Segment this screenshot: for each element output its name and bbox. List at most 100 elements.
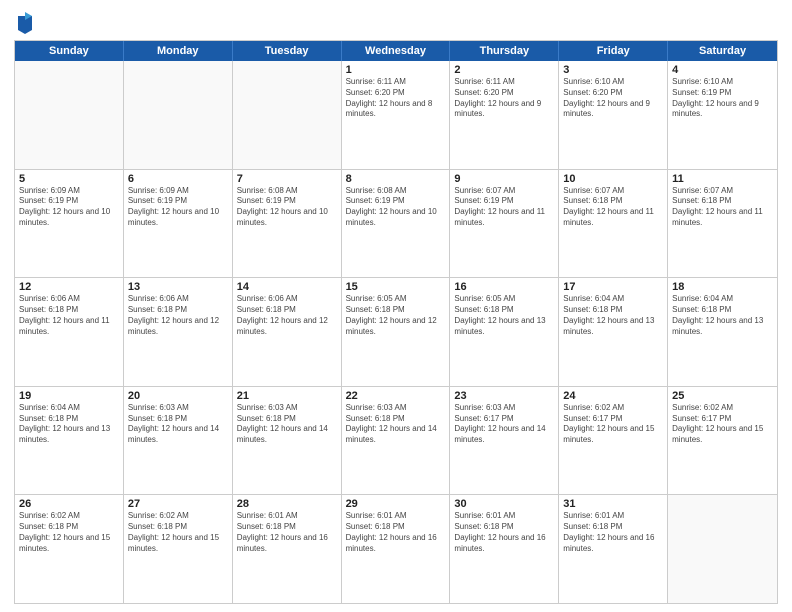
calendar-cell: 19Sunrise: 6:04 AM Sunset: 6:18 PM Dayli… <box>15 387 124 495</box>
calendar-cell: 22Sunrise: 6:03 AM Sunset: 6:18 PM Dayli… <box>342 387 451 495</box>
cell-info: Sunrise: 6:06 AM Sunset: 6:18 PM Dayligh… <box>128 294 228 337</box>
day-number: 15 <box>346 281 446 293</box>
header-cell-tuesday: Tuesday <box>233 41 342 61</box>
day-number: 6 <box>128 173 228 185</box>
cell-info: Sunrise: 6:02 AM Sunset: 6:18 PM Dayligh… <box>19 511 119 554</box>
calendar-cell: 21Sunrise: 6:03 AM Sunset: 6:18 PM Dayli… <box>233 387 342 495</box>
logo-icon <box>16 12 34 34</box>
cell-info: Sunrise: 6:09 AM Sunset: 6:19 PM Dayligh… <box>19 186 119 229</box>
day-number: 29 <box>346 498 446 510</box>
cell-info: Sunrise: 6:03 AM Sunset: 6:18 PM Dayligh… <box>237 403 337 446</box>
calendar-cell: 9Sunrise: 6:07 AM Sunset: 6:19 PM Daylig… <box>450 170 559 278</box>
calendar-cell: 10Sunrise: 6:07 AM Sunset: 6:18 PM Dayli… <box>559 170 668 278</box>
cell-info: Sunrise: 6:10 AM Sunset: 6:19 PM Dayligh… <box>672 77 773 120</box>
calendar-row-1: 1Sunrise: 6:11 AM Sunset: 6:20 PM Daylig… <box>15 61 777 169</box>
cell-info: Sunrise: 6:01 AM Sunset: 6:18 PM Dayligh… <box>237 511 337 554</box>
header-cell-monday: Monday <box>124 41 233 61</box>
calendar-cell: 28Sunrise: 6:01 AM Sunset: 6:18 PM Dayli… <box>233 495 342 603</box>
cell-info: Sunrise: 6:02 AM Sunset: 6:17 PM Dayligh… <box>563 403 663 446</box>
calendar-cell: 13Sunrise: 6:06 AM Sunset: 6:18 PM Dayli… <box>124 278 233 386</box>
day-number: 17 <box>563 281 663 293</box>
day-number: 28 <box>237 498 337 510</box>
day-number: 19 <box>19 390 119 402</box>
calendar-cell <box>668 495 777 603</box>
day-number: 8 <box>346 173 446 185</box>
cell-info: Sunrise: 6:06 AM Sunset: 6:18 PM Dayligh… <box>237 294 337 337</box>
day-number: 31 <box>563 498 663 510</box>
day-number: 27 <box>128 498 228 510</box>
page: SundayMondayTuesdayWednesdayThursdayFrid… <box>0 0 792 612</box>
day-number: 21 <box>237 390 337 402</box>
calendar-cell <box>15 61 124 169</box>
calendar-cell: 25Sunrise: 6:02 AM Sunset: 6:17 PM Dayli… <box>668 387 777 495</box>
day-number: 12 <box>19 281 119 293</box>
header-cell-friday: Friday <box>559 41 668 61</box>
cell-info: Sunrise: 6:03 AM Sunset: 6:17 PM Dayligh… <box>454 403 554 446</box>
cell-info: Sunrise: 6:04 AM Sunset: 6:18 PM Dayligh… <box>672 294 773 337</box>
calendar-cell: 17Sunrise: 6:04 AM Sunset: 6:18 PM Dayli… <box>559 278 668 386</box>
calendar-header: SundayMondayTuesdayWednesdayThursdayFrid… <box>15 41 777 61</box>
calendar-cell: 6Sunrise: 6:09 AM Sunset: 6:19 PM Daylig… <box>124 170 233 278</box>
day-number: 23 <box>454 390 554 402</box>
cell-info: Sunrise: 6:01 AM Sunset: 6:18 PM Dayligh… <box>563 511 663 554</box>
day-number: 11 <box>672 173 773 185</box>
day-number: 10 <box>563 173 663 185</box>
cell-info: Sunrise: 6:02 AM Sunset: 6:17 PM Dayligh… <box>672 403 773 446</box>
calendar-cell: 20Sunrise: 6:03 AM Sunset: 6:18 PM Dayli… <box>124 387 233 495</box>
calendar-row-4: 19Sunrise: 6:04 AM Sunset: 6:18 PM Dayli… <box>15 386 777 495</box>
logo <box>14 14 34 34</box>
calendar-cell: 24Sunrise: 6:02 AM Sunset: 6:17 PM Dayli… <box>559 387 668 495</box>
calendar-cell: 26Sunrise: 6:02 AM Sunset: 6:18 PM Dayli… <box>15 495 124 603</box>
day-number: 4 <box>672 64 773 76</box>
day-number: 9 <box>454 173 554 185</box>
cell-info: Sunrise: 6:08 AM Sunset: 6:19 PM Dayligh… <box>237 186 337 229</box>
cell-info: Sunrise: 6:02 AM Sunset: 6:18 PM Dayligh… <box>128 511 228 554</box>
day-number: 18 <box>672 281 773 293</box>
calendar-cell: 27Sunrise: 6:02 AM Sunset: 6:18 PM Dayli… <box>124 495 233 603</box>
calendar-cell: 12Sunrise: 6:06 AM Sunset: 6:18 PM Dayli… <box>15 278 124 386</box>
day-number: 5 <box>19 173 119 185</box>
cell-info: Sunrise: 6:01 AM Sunset: 6:18 PM Dayligh… <box>454 511 554 554</box>
calendar-cell: 15Sunrise: 6:05 AM Sunset: 6:18 PM Dayli… <box>342 278 451 386</box>
day-number: 13 <box>128 281 228 293</box>
day-number: 26 <box>19 498 119 510</box>
day-number: 16 <box>454 281 554 293</box>
calendar-cell: 8Sunrise: 6:08 AM Sunset: 6:19 PM Daylig… <box>342 170 451 278</box>
cell-info: Sunrise: 6:11 AM Sunset: 6:20 PM Dayligh… <box>454 77 554 120</box>
day-number: 25 <box>672 390 773 402</box>
cell-info: Sunrise: 6:05 AM Sunset: 6:18 PM Dayligh… <box>454 294 554 337</box>
calendar-row-2: 5Sunrise: 6:09 AM Sunset: 6:19 PM Daylig… <box>15 169 777 278</box>
calendar-cell: 2Sunrise: 6:11 AM Sunset: 6:20 PM Daylig… <box>450 61 559 169</box>
calendar-cell: 23Sunrise: 6:03 AM Sunset: 6:17 PM Dayli… <box>450 387 559 495</box>
day-number: 22 <box>346 390 446 402</box>
cell-info: Sunrise: 6:10 AM Sunset: 6:20 PM Dayligh… <box>563 77 663 120</box>
calendar-cell <box>124 61 233 169</box>
cell-info: Sunrise: 6:03 AM Sunset: 6:18 PM Dayligh… <box>128 403 228 446</box>
cell-info: Sunrise: 6:05 AM Sunset: 6:18 PM Dayligh… <box>346 294 446 337</box>
day-number: 2 <box>454 64 554 76</box>
calendar-cell: 29Sunrise: 6:01 AM Sunset: 6:18 PM Dayli… <box>342 495 451 603</box>
day-number: 1 <box>346 64 446 76</box>
calendar-cell: 5Sunrise: 6:09 AM Sunset: 6:19 PM Daylig… <box>15 170 124 278</box>
cell-info: Sunrise: 6:03 AM Sunset: 6:18 PM Dayligh… <box>346 403 446 446</box>
calendar-cell: 16Sunrise: 6:05 AM Sunset: 6:18 PM Dayli… <box>450 278 559 386</box>
day-number: 30 <box>454 498 554 510</box>
cell-info: Sunrise: 6:11 AM Sunset: 6:20 PM Dayligh… <box>346 77 446 120</box>
calendar-row-5: 26Sunrise: 6:02 AM Sunset: 6:18 PM Dayli… <box>15 494 777 603</box>
calendar-cell: 31Sunrise: 6:01 AM Sunset: 6:18 PM Dayli… <box>559 495 668 603</box>
header-cell-thursday: Thursday <box>450 41 559 61</box>
cell-info: Sunrise: 6:07 AM Sunset: 6:18 PM Dayligh… <box>672 186 773 229</box>
cell-info: Sunrise: 6:09 AM Sunset: 6:19 PM Dayligh… <box>128 186 228 229</box>
calendar-cell <box>233 61 342 169</box>
calendar-cell: 3Sunrise: 6:10 AM Sunset: 6:20 PM Daylig… <box>559 61 668 169</box>
cell-info: Sunrise: 6:04 AM Sunset: 6:18 PM Dayligh… <box>19 403 119 446</box>
cell-info: Sunrise: 6:08 AM Sunset: 6:19 PM Dayligh… <box>346 186 446 229</box>
header-row <box>14 10 778 34</box>
calendar-cell: 18Sunrise: 6:04 AM Sunset: 6:18 PM Dayli… <box>668 278 777 386</box>
calendar-cell: 30Sunrise: 6:01 AM Sunset: 6:18 PM Dayli… <box>450 495 559 603</box>
cell-info: Sunrise: 6:06 AM Sunset: 6:18 PM Dayligh… <box>19 294 119 337</box>
calendar-cell: 7Sunrise: 6:08 AM Sunset: 6:19 PM Daylig… <box>233 170 342 278</box>
day-number: 24 <box>563 390 663 402</box>
calendar-cell: 11Sunrise: 6:07 AM Sunset: 6:18 PM Dayli… <box>668 170 777 278</box>
header-cell-saturday: Saturday <box>668 41 777 61</box>
